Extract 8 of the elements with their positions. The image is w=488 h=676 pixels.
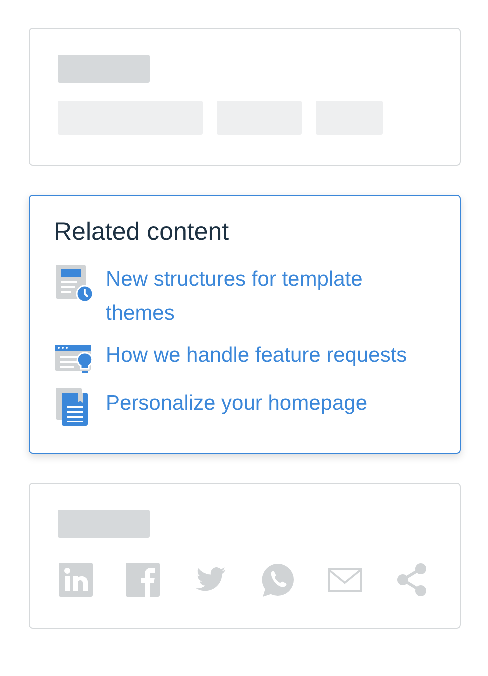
phone-bubble-icon[interactable]	[260, 562, 296, 598]
facebook-icon[interactable]	[125, 562, 162, 598]
article-link[interactable]: How we handle feature requests	[106, 339, 408, 373]
article-link[interactable]: New structures for template themes	[106, 263, 436, 331]
document-clock-icon	[54, 263, 94, 303]
article-link[interactable]: Personalize your homepage	[106, 387, 368, 421]
linkedin-icon[interactable]	[58, 562, 94, 598]
section-title: Related content	[54, 218, 230, 247]
